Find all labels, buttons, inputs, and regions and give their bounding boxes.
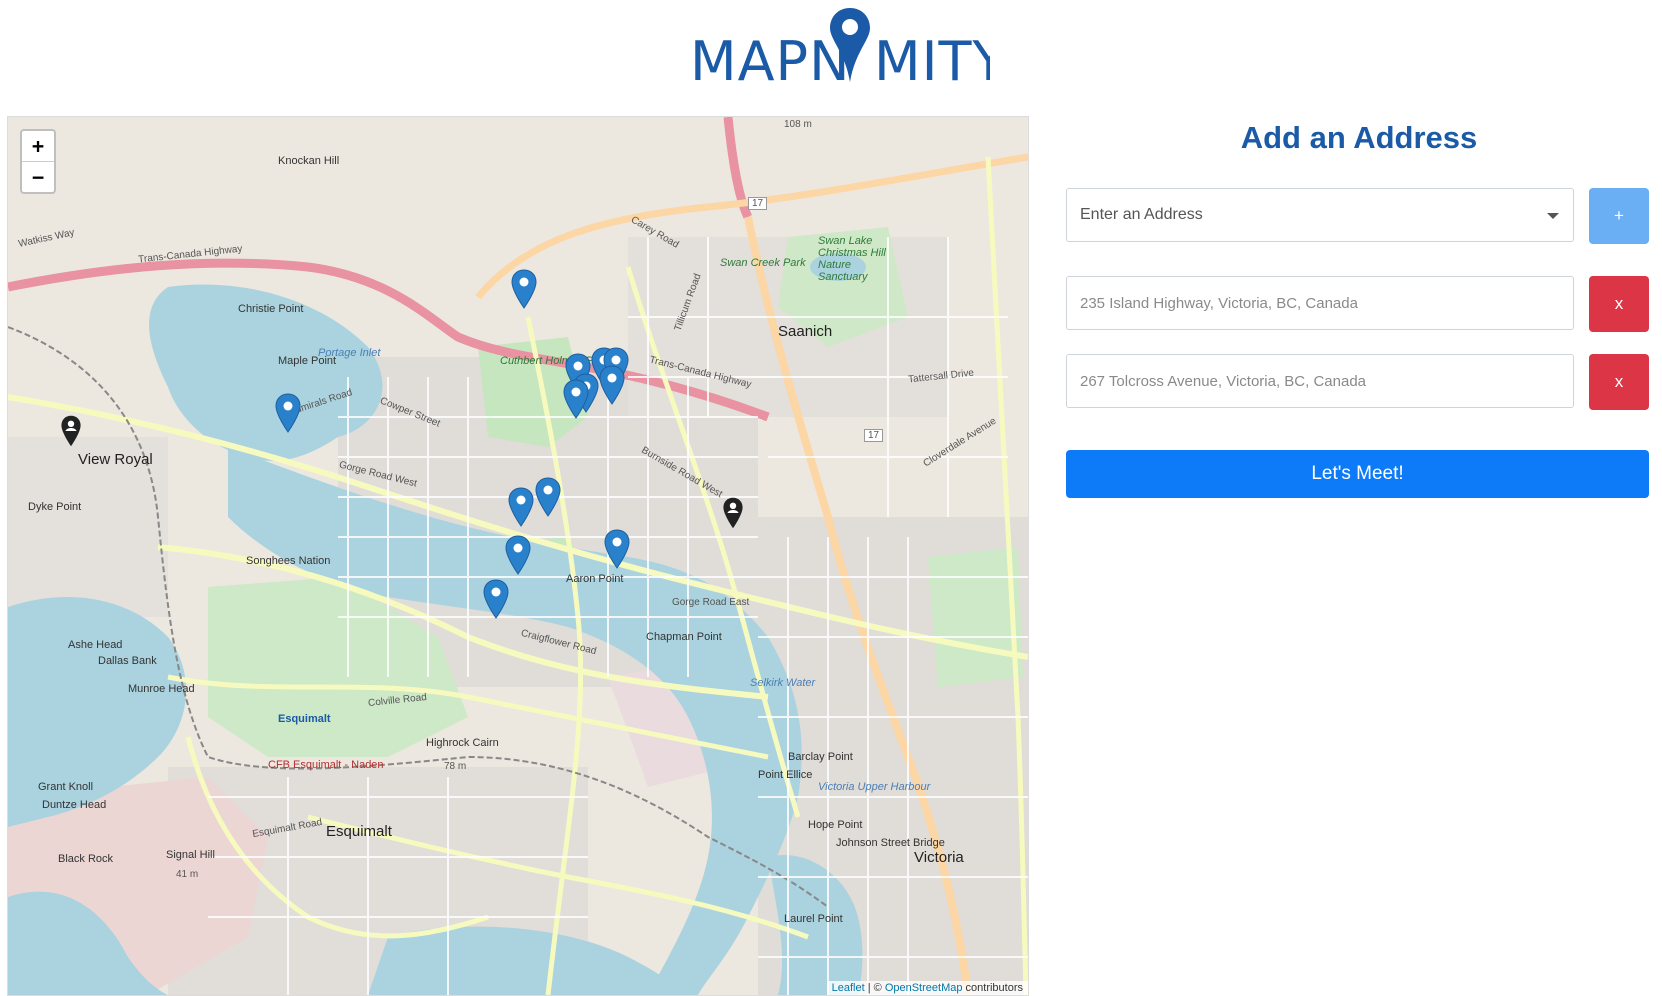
map-label-swan-lake: Swan Lake Christmas Hill Nature Sanctuar…	[818, 235, 886, 283]
map-label-grant-knoll: Grant Knoll	[38, 781, 94, 793]
add-address-row: Enter an Address +	[1066, 188, 1652, 244]
map-label-knockan-hill: Knockan Hill	[278, 155, 340, 167]
map-label-view-royal: View Royal	[78, 451, 153, 468]
zoom-out-button[interactable]: −	[22, 161, 54, 192]
map-label-elevation-signal: 41 m	[176, 869, 199, 880]
map-label-victoria: Victoria	[914, 849, 964, 866]
road-label-gorge-east: Gorge Road East	[672, 597, 750, 608]
map-label-signal-hill: Signal Hill	[166, 849, 215, 861]
map-label-swan-creek-park: Swan Creek Park	[720, 257, 806, 269]
map-label-cfb-esquimalt: CFB Esquimalt - Naden	[268, 759, 384, 771]
map-marker-blue-icon[interactable]	[604, 529, 630, 569]
map-label-dyke-point: Dyke Point	[28, 501, 82, 513]
map-label-munroe-head: Munroe Head	[128, 683, 195, 695]
address-field[interactable]	[1066, 354, 1574, 408]
leaflet-link[interactable]: Leaflet	[832, 982, 865, 994]
map-marker-user-icon[interactable]	[722, 497, 744, 529]
map-marker-blue-icon[interactable]	[535, 477, 561, 517]
header: MAPN MITY	[0, 0, 1662, 110]
attribution-separator: | ©	[864, 982, 885, 994]
map-label-esquimalt-small: Esquimalt	[278, 713, 331, 725]
map-view[interactable]: + − Saanich View Royal Esquimalt Victori…	[7, 116, 1029, 996]
map-marker-blue-icon[interactable]	[505, 535, 531, 575]
panel-title: Add an Address	[1240, 120, 1478, 155]
map-label-ashe-head: Ashe Head	[68, 639, 123, 651]
map-marker-blue-icon[interactable]	[563, 379, 589, 419]
map-label-aaron-point: Aaron Point	[566, 573, 624, 585]
map-marker-user-icon[interactable]	[60, 415, 82, 447]
map-label-duntze-head: Duntze Head	[42, 799, 107, 811]
address-panel: Add an Address Enter an Address + x x Le…	[1066, 116, 1652, 516]
road-label-highway-17-south: 17	[864, 429, 884, 442]
address-field[interactable]	[1066, 276, 1574, 330]
map-label-portage-inlet: Portage Inlet	[318, 347, 381, 359]
chevron-down-icon	[1547, 213, 1559, 219]
attribution-suffix: contributors	[962, 982, 1023, 994]
map-label-esquimalt: Esquimalt	[326, 823, 392, 840]
lets-meet-button[interactable]: Let's Meet!	[1066, 450, 1649, 498]
map-label-saanich: Saanich	[778, 323, 833, 340]
openstreetmap-link[interactable]: OpenStreetMap	[885, 982, 963, 994]
map-label-johnson-street-bridge: Johnson Street Bridge	[836, 837, 945, 849]
map-label-point-ellice: Point Ellice	[758, 769, 813, 781]
address-select-placeholder: Enter an Address	[1080, 206, 1203, 223]
map-label-black-rock: Black Rock	[58, 853, 114, 865]
mapnimity-logo: MAPN MITY	[690, 8, 990, 90]
map-marker-blue-icon[interactable]	[275, 393, 301, 433]
map-label-christie-point: Christie Point	[238, 303, 304, 315]
map-label-selkirk-water: Selkirk Water	[750, 677, 816, 689]
address-select[interactable]: Enter an Address	[1066, 188, 1574, 242]
map-label-songhees-nation: Songhees Nation	[246, 555, 331, 567]
map-label-dallas-bank: Dallas Bank	[98, 655, 157, 667]
add-address-button[interactable]: +	[1589, 188, 1649, 244]
logo-text-right: MITY	[874, 30, 990, 90]
remove-address-button[interactable]: x	[1589, 354, 1649, 410]
zoom-control: + −	[20, 129, 56, 194]
map-label-barclay-point: Barclay Point	[788, 751, 853, 763]
map-label-highrock-cairn: Highrock Cairn	[426, 737, 499, 749]
map-marker-blue-icon[interactable]	[599, 365, 625, 405]
map-label-laurel-point: Laurel Point	[784, 913, 843, 925]
address-row: x	[1066, 354, 1652, 410]
road-label-highway-17: 17	[748, 197, 768, 210]
map-label-victoria-upper-harbour: Victoria Upper Harbour	[818, 781, 931, 793]
address-row: x	[1066, 276, 1652, 332]
logo-text-left: MAPN	[690, 30, 851, 90]
map-marker-blue-icon[interactable]	[483, 579, 509, 619]
map-label-chapman-point: Chapman Point	[646, 631, 722, 643]
map-attribution: Leaflet | © OpenStreetMap contributors	[826, 981, 1028, 995]
zoom-in-button[interactable]: +	[22, 131, 54, 161]
map-marker-blue-icon[interactable]	[511, 269, 537, 309]
map-label-hope-point: Hope Point	[808, 819, 863, 831]
map-label-elevation: 108 m	[784, 119, 812, 130]
map-label-elevation-highrock: 78 m	[444, 761, 467, 772]
map-marker-blue-icon[interactable]	[508, 487, 534, 527]
remove-address-button[interactable]: x	[1589, 276, 1649, 332]
